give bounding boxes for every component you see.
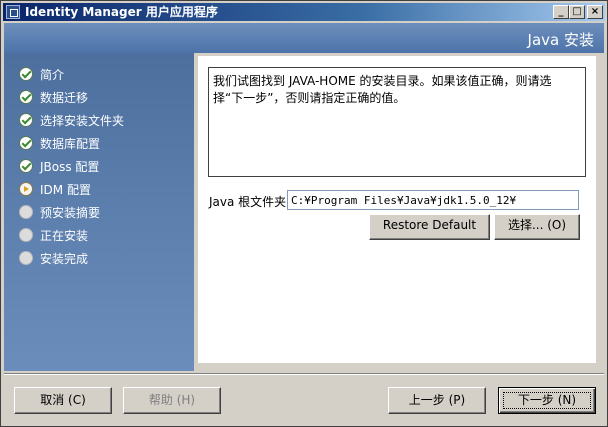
step-label: IDM 配置 — [40, 183, 91, 197]
cancel-button[interactable]: 取消 (C) — [14, 387, 112, 414]
window-title: Identity Manager 用户应用程序 — [25, 5, 218, 19]
check-circle-icon — [19, 67, 33, 81]
check-circle-icon — [19, 113, 33, 127]
java-folder-input[interactable] — [287, 190, 579, 210]
content-panel: 我们试图找到 JAVA-HOME 的安装目录。如果该值正确，则请选择“下一步”，… — [198, 56, 596, 363]
java-folder-label: Java 根文件夹 — [209, 195, 287, 209]
app-icon — [6, 5, 20, 19]
close-button[interactable]: × — [587, 5, 603, 19]
empty-circle-icon — [19, 205, 33, 219]
arrow-circle-icon — [19, 182, 33, 196]
check-circle-icon — [19, 159, 33, 173]
previous-button[interactable]: 上一步 (P) — [388, 387, 486, 414]
page-header: Java 安装 — [4, 23, 604, 53]
step-label: 选择安装文件夹 — [40, 114, 125, 128]
minimize-button[interactable]: _ — [553, 5, 569, 19]
choose-folder-button[interactable]: 选择... (O) — [494, 214, 580, 240]
step-label: 简介 — [40, 68, 65, 82]
step-label: 数据迁移 — [40, 91, 89, 105]
steps-sidebar: 简介数据迁移选择安装文件夹 数据库配置 JBoss 配置 IDM 配置 预安装摘要正在安… — [4, 53, 194, 371]
title-bar[interactable]: Identity Manager 用户应用程序 _ □ × — [3, 3, 605, 21]
step-label: 正在安装 — [40, 229, 89, 243]
installer-window: Identity Manager 用户应用程序 _ □ × Java 安装 简介… — [0, 0, 608, 427]
restore-default-button[interactable]: Restore Default — [369, 214, 490, 240]
step-label: 预安装摘要 — [40, 206, 101, 220]
info-text-box: 我们试图找到 JAVA-HOME 的安装目录。如果该值正确，则请选择“下一步”，… — [208, 67, 586, 177]
step-label: JBoss 配置 — [40, 160, 100, 174]
empty-circle-icon — [19, 228, 33, 242]
page-title: Java 安装 — [527, 31, 594, 49]
focus-ring — [503, 392, 591, 409]
check-circle-icon — [19, 136, 33, 150]
maximize-button[interactable]: □ — [569, 5, 585, 19]
next-button[interactable]: 下一步 (N) — [498, 387, 596, 414]
empty-circle-icon — [19, 251, 33, 265]
footer-separator — [4, 373, 604, 375]
step-label: 数据库配置 — [40, 137, 101, 151]
info-text: 我们试图找到 JAVA-HOME 的安装目录。如果该值正确，则请选择“下一步”，… — [213, 74, 552, 105]
help-button[interactable]: 帮助 (H) — [123, 387, 221, 414]
check-circle-icon — [19, 90, 33, 104]
step-label: 安装完成 — [40, 252, 89, 266]
